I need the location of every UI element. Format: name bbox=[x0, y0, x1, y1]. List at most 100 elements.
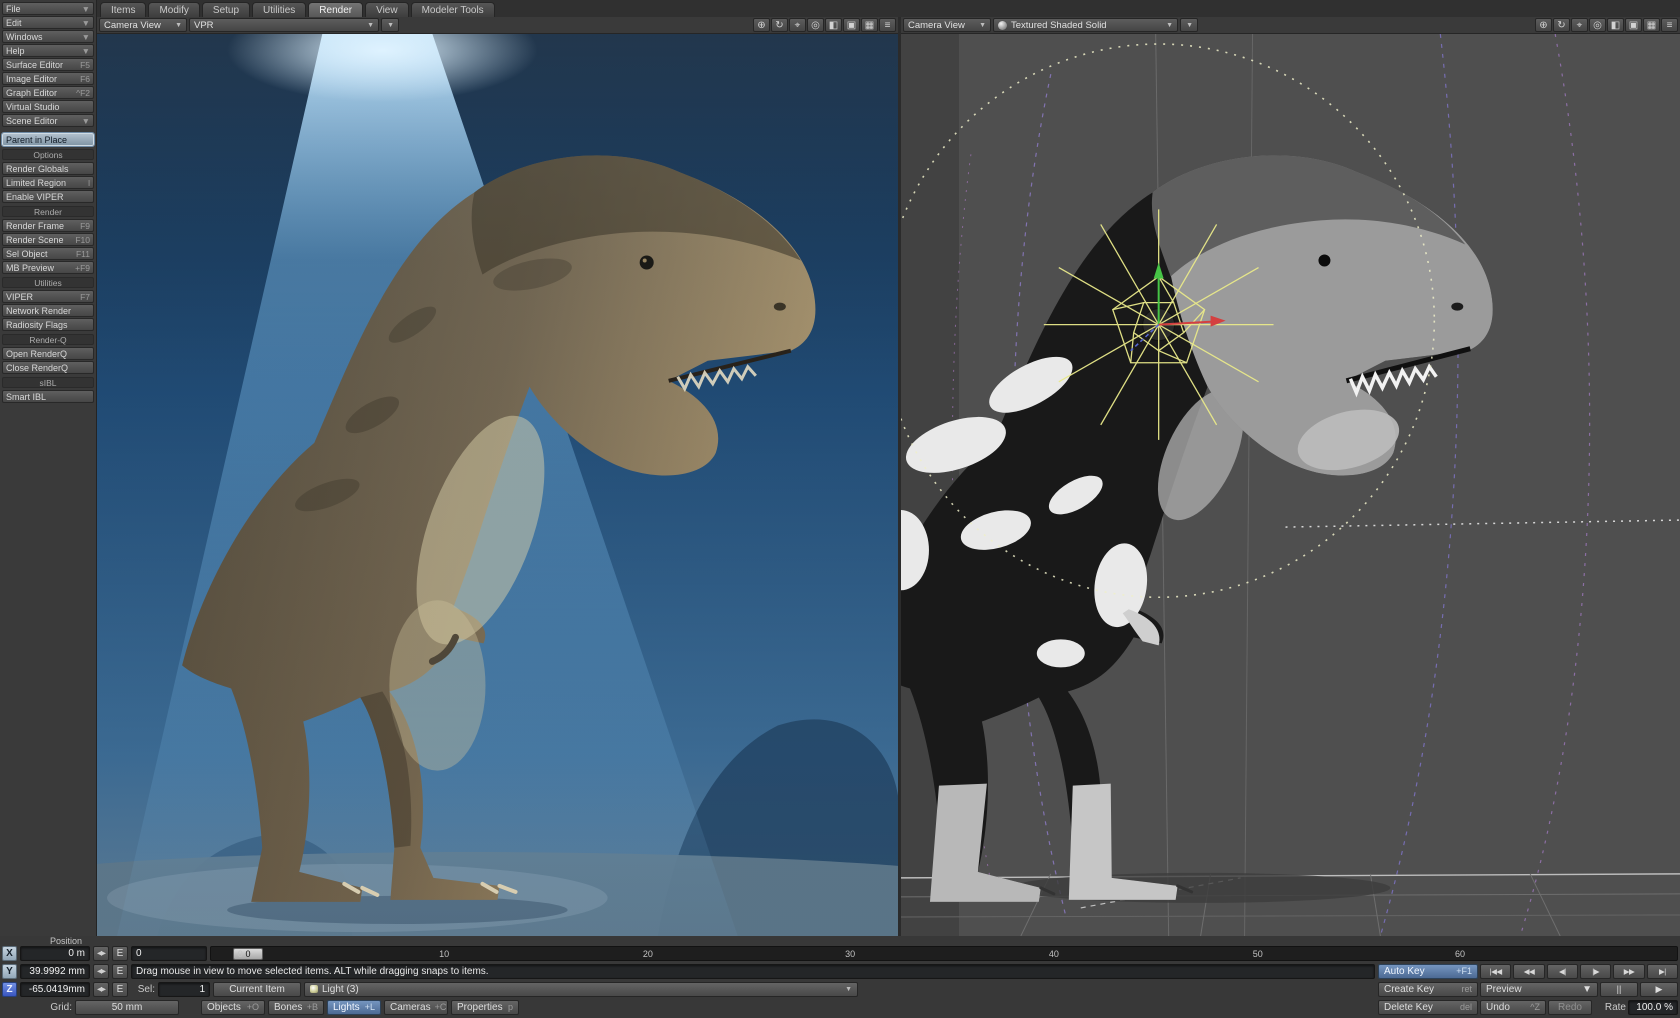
delete-key-button[interactable]: Delete Key del bbox=[1378, 1000, 1478, 1015]
redo-button[interactable]: Redo bbox=[1548, 1000, 1592, 1015]
go-end-button[interactable]: ▶| bbox=[1647, 964, 1678, 979]
sidebar-item-network-render[interactable]: Network Render bbox=[2, 304, 94, 317]
z-spinner[interactable]: ◀▶ bbox=[93, 982, 109, 997]
layout-icon[interactable]: ▦ bbox=[1643, 18, 1660, 32]
tab-modeler-tools[interactable]: Modeler Tools bbox=[411, 2, 495, 17]
viewport-right: Camera View ▼ Textured Shaded Solid ▼ ▼ … bbox=[901, 17, 1680, 936]
tab-render[interactable]: Render bbox=[308, 2, 363, 17]
view-type-dropdown[interactable]: Camera View ▼ bbox=[99, 18, 187, 32]
menu-edit[interactable]: Edit ▼ bbox=[2, 16, 94, 29]
pan-icon[interactable]: ⊕ bbox=[753, 18, 770, 32]
sidebar-item-render-frame[interactable]: Render Frame F9 bbox=[2, 219, 94, 232]
current-item-dropdown[interactable]: Light (3) ▼ bbox=[304, 982, 858, 997]
item-type-cameras[interactable]: Cameras +C bbox=[384, 1000, 448, 1015]
menu-icon[interactable]: ≡ bbox=[1661, 18, 1678, 32]
prev-key-button[interactable]: ◀◀ bbox=[1513, 964, 1544, 979]
rate-field[interactable]: 100.0 % bbox=[1628, 1000, 1678, 1015]
create-key-button[interactable]: Create Key ret bbox=[1378, 982, 1478, 997]
tab-view[interactable]: View bbox=[365, 2, 409, 17]
menu-file[interactable]: File ▼ bbox=[2, 2, 94, 15]
tab-modify[interactable]: Modify bbox=[148, 2, 199, 17]
timeline-tick: 20 bbox=[643, 949, 653, 959]
status-hint: Drag mouse in view to move selected item… bbox=[131, 964, 1375, 979]
x-envelope-button[interactable]: E bbox=[112, 946, 128, 961]
grid-size-button[interactable]: 50 mm bbox=[75, 1000, 179, 1015]
viewport-options-dropdown[interactable]: ▼ bbox=[381, 18, 399, 32]
zoom-icon[interactable]: ◎ bbox=[1589, 18, 1606, 32]
z-envelope-button[interactable]: E bbox=[112, 982, 128, 997]
zoom-icon[interactable]: ◎ bbox=[807, 18, 824, 32]
undo-button[interactable]: Undo ^Z bbox=[1480, 1000, 1546, 1015]
opengl-scene bbox=[901, 34, 1680, 936]
view-type-dropdown[interactable]: Camera View ▼ bbox=[903, 18, 991, 32]
x-spinner[interactable]: ◀▶ bbox=[93, 946, 109, 961]
item-type-bones[interactable]: Bones +B bbox=[268, 1000, 324, 1015]
rotate-icon[interactable]: ↻ bbox=[771, 18, 788, 32]
current-item-button[interactable]: Current Item bbox=[213, 982, 301, 997]
mask-icon[interactable]: ◧ bbox=[1607, 18, 1624, 32]
center-icon[interactable]: ⌖ bbox=[789, 18, 806, 32]
next-key-button[interactable]: ▶▶ bbox=[1613, 964, 1644, 979]
chevron-down-icon: ▼ bbox=[82, 46, 90, 56]
chevron-down-icon: ▼ bbox=[1186, 22, 1193, 29]
transport-row-1: Auto Key +F1 |◀◀ ◀◀ ◀| |▶ ▶▶ ▶| bbox=[1378, 964, 1678, 979]
chevron-down-icon: ▼ bbox=[1582, 984, 1592, 995]
sidebar-item-render-globals[interactable]: Render Globals bbox=[2, 162, 94, 175]
sidebar-item-viper[interactable]: VIPER F7 bbox=[2, 290, 94, 303]
mask-icon[interactable]: ◧ bbox=[825, 18, 842, 32]
layout-icon[interactable]: ▦ bbox=[861, 18, 878, 32]
y-value-field[interactable]: 39.9992 mm bbox=[20, 964, 90, 979]
pan-icon[interactable]: ⊕ bbox=[1535, 18, 1552, 32]
z-axis-button[interactable]: Z bbox=[2, 982, 17, 997]
menu-windows[interactable]: Windows ▼ bbox=[2, 30, 94, 43]
y-axis-button[interactable]: Y bbox=[2, 964, 17, 979]
tab-setup[interactable]: Setup bbox=[202, 2, 250, 17]
render-icon[interactable]: ▣ bbox=[1625, 18, 1642, 32]
render-mode-dropdown[interactable]: Textured Shaded Solid ▼ bbox=[993, 18, 1178, 32]
item-type-lights[interactable]: Lights +L bbox=[327, 1000, 381, 1015]
auto-key-button[interactable]: Auto Key +F1 bbox=[1378, 964, 1478, 979]
sidebar-item-close-renderq[interactable]: Close RenderQ bbox=[2, 361, 94, 374]
rotate-icon[interactable]: ↻ bbox=[1553, 18, 1570, 32]
menu-help[interactable]: Help ▼ bbox=[2, 44, 94, 57]
x-value-field[interactable]: 0 m bbox=[20, 946, 90, 961]
current-frame-field[interactable]: 0 bbox=[131, 946, 207, 961]
next-frame-button[interactable]: |▶ bbox=[1580, 964, 1611, 979]
render-icon[interactable]: ▣ bbox=[843, 18, 860, 32]
tab-utilities[interactable]: Utilities bbox=[252, 2, 306, 17]
z-value-field[interactable]: -65.0419mm bbox=[20, 982, 90, 997]
preview-dropdown[interactable]: Preview ▼ bbox=[1480, 982, 1598, 997]
sidebar-item-surface-editor[interactable]: Surface Editor F5 bbox=[2, 58, 94, 71]
sidebar-item-sel-object[interactable]: Sel Object F11 bbox=[2, 247, 94, 260]
sidebar-item-smart-ibl[interactable]: Smart IBL bbox=[2, 390, 94, 403]
sidebar-item-enable-viper[interactable]: Enable VIPER bbox=[2, 190, 94, 203]
play-button[interactable]: ▶ bbox=[1640, 982, 1678, 997]
viewport-options-dropdown[interactable]: ▼ bbox=[1180, 18, 1198, 32]
sidebar-item-limited-region[interactable]: Limited Region l bbox=[2, 176, 94, 189]
properties-button[interactable]: Properties p bbox=[451, 1000, 519, 1015]
tab-items[interactable]: Items bbox=[100, 2, 146, 17]
opengl-canvas[interactable] bbox=[901, 34, 1680, 936]
sidebar-item-open-renderq[interactable]: Open RenderQ bbox=[2, 347, 94, 360]
pause-button[interactable]: || bbox=[1600, 982, 1638, 997]
sidebar-item-virtual-studio[interactable]: Virtual Studio bbox=[2, 100, 94, 113]
sidebar-item-graph-editor[interactable]: Graph Editor ^F2 bbox=[2, 86, 94, 99]
go-start-button[interactable]: |◀◀ bbox=[1480, 964, 1511, 979]
prev-frame-button[interactable]: ◀| bbox=[1547, 964, 1578, 979]
sidebar-item-radiosity-flags[interactable]: Radiosity Flags bbox=[2, 318, 94, 331]
render-mode-dropdown[interactable]: VPR ▼ bbox=[189, 18, 379, 32]
menu-icon[interactable]: ≡ bbox=[879, 18, 896, 32]
item-type-objects[interactable]: Objects +O bbox=[201, 1000, 265, 1015]
x-axis-button[interactable]: X bbox=[2, 946, 17, 961]
vpr-render-canvas[interactable] bbox=[97, 34, 898, 936]
timeline-track[interactable]: 0 0 10 20 30 40 50 60 bbox=[210, 946, 1678, 961]
y-envelope-button[interactable]: E bbox=[112, 964, 128, 979]
sidebar-item-mb-preview[interactable]: MB Preview +F9 bbox=[2, 261, 94, 274]
sidebar-item-scene-editor[interactable]: Scene Editor ▼ bbox=[2, 114, 94, 127]
viewport-left-header: Camera View ▼ VPR ▼ ▼ ⊕ ↻ ⌖ ◎ ◧ ▣ ▦ ≡ bbox=[97, 17, 898, 34]
sidebar-item-image-editor[interactable]: Image Editor F6 bbox=[2, 72, 94, 85]
sidebar-item-render-scene[interactable]: Render Scene F10 bbox=[2, 233, 94, 246]
y-spinner[interactable]: ◀▶ bbox=[93, 964, 109, 979]
sidebar-item-parent-in-place[interactable]: Parent in Place bbox=[2, 133, 94, 146]
center-icon[interactable]: ⌖ bbox=[1571, 18, 1588, 32]
